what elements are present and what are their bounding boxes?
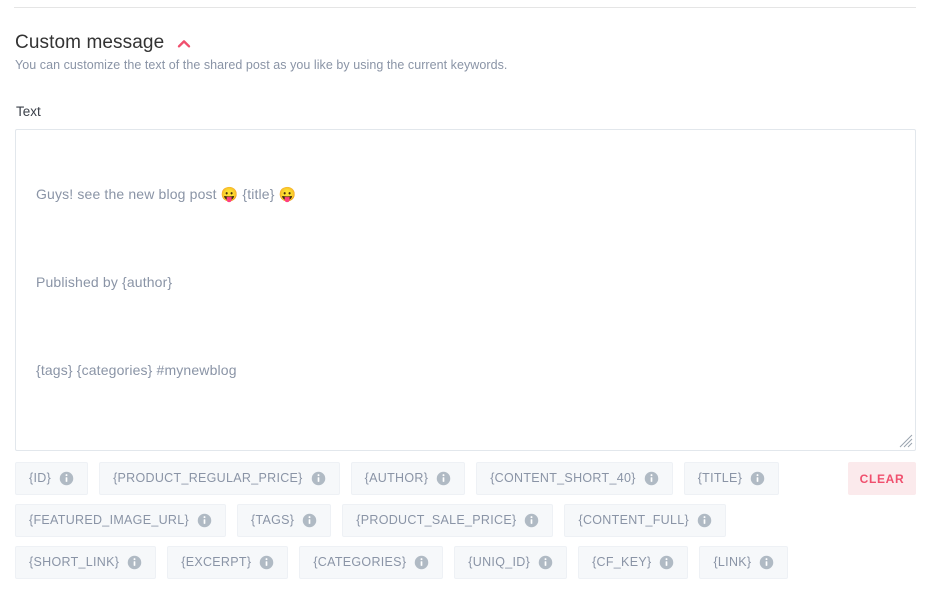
textarea-line: {tags} {categories} #mynewblog	[36, 362, 237, 378]
panel-top-divider	[14, 7, 916, 8]
keyword-chip[interactable]: {ID}	[15, 462, 89, 495]
keyword-chip-label: {CF_KEY}	[592, 555, 652, 570]
keyword-chip[interactable]: {UNIQ_ID}	[454, 546, 568, 579]
keyword-chip[interactable]: {FEATURED_IMAGE_URL}	[15, 504, 226, 537]
keyword-chip[interactable]: {PRODUCT_SALE_PRICE}	[342, 504, 554, 537]
keyword-chip[interactable]: {TITLE}	[683, 462, 780, 495]
info-icon[interactable]	[644, 471, 659, 486]
info-icon[interactable]	[750, 471, 765, 486]
keyword-chip-label: {AUTHOR}	[364, 471, 429, 486]
textarea-content[interactable]: Guys! see the new blog post 😛 {title} 😛 …	[16, 130, 915, 434]
textarea-line: Guys! see the new blog post 😛 {title} 😛	[36, 186, 297, 202]
info-icon[interactable]	[697, 513, 712, 528]
keyword-chip-label: {TITLE}	[697, 471, 743, 486]
keyword-chip[interactable]: {AUTHOR}	[350, 462, 466, 495]
info-icon[interactable]	[759, 555, 774, 570]
keyword-chip-label: {PRODUCT_REGULAR_PRICE}	[113, 471, 303, 486]
info-icon[interactable]	[524, 513, 539, 528]
keyword-buttons-area: {ID} {PRODUCT_REGULAR_PRICE} {AUTHOR} {CONT…	[15, 462, 916, 588]
keyword-chip[interactable]: {PRODUCT_REGULAR_PRICE}	[99, 462, 340, 495]
info-icon[interactable]	[436, 471, 451, 486]
textarea-line: Published by {author}	[36, 274, 173, 290]
info-icon[interactable]	[127, 555, 142, 570]
info-icon[interactable]	[259, 555, 274, 570]
keyword-chip-label: {CONTENT_FULL}	[578, 513, 689, 528]
keyword-row: {SHORT_LINK} {EXCERPT} {CATEGORIES} {UNIQ_I…	[15, 546, 835, 579]
keyword-chip-label: {ID}	[29, 471, 52, 486]
section-header[interactable]: Custom message	[15, 31, 191, 54]
keyword-chip-label: {EXCERPT}	[181, 555, 252, 570]
section-description: You can customize the text of the shared…	[15, 58, 508, 72]
info-icon[interactable]	[659, 555, 674, 570]
keyword-chip-label: {TAGS}	[250, 513, 295, 528]
info-icon[interactable]	[59, 471, 74, 486]
textarea-resize-handle[interactable]	[899, 434, 913, 448]
text-field-label: Text	[16, 104, 41, 119]
chevron-up-icon[interactable]	[177, 37, 191, 51]
keyword-row: {FEATURED_IMAGE_URL} {TAGS} {PRODUCT_SALE_…	[15, 504, 835, 537]
clear-button[interactable]: CLEAR	[848, 462, 916, 495]
keyword-chip[interactable]: {CATEGORIES}	[299, 546, 444, 579]
keyword-chip-label: {CATEGORIES}	[313, 555, 407, 570]
keyword-chip[interactable]: {CF_KEY}	[578, 546, 689, 579]
keyword-chip-label: {PRODUCT_SALE_PRICE}	[356, 513, 517, 528]
keyword-chip-label: {SHORT_LINK}	[29, 555, 120, 570]
page-title: Custom message	[15, 32, 165, 53]
keyword-chip[interactable]: {LINK}	[699, 546, 789, 579]
keyword-chip[interactable]: {EXCERPT}	[167, 546, 289, 579]
info-icon[interactable]	[302, 513, 317, 528]
keyword-chip[interactable]: {SHORT_LINK}	[15, 546, 157, 579]
keyword-chip-label: {LINK}	[713, 555, 752, 570]
info-icon[interactable]	[197, 513, 212, 528]
keyword-chip-label: {UNIQ_ID}	[468, 555, 531, 570]
info-icon[interactable]	[414, 555, 429, 570]
keyword-rows: {ID} {PRODUCT_REGULAR_PRICE} {AUTHOR} {CONT…	[15, 462, 835, 579]
keyword-chip-label: {CONTENT_SHORT_40}	[490, 471, 636, 486]
keyword-chip-label: {FEATURED_IMAGE_URL}	[29, 513, 189, 528]
keyword-chip[interactable]: {CONTENT_FULL}	[564, 504, 726, 537]
keyword-chip[interactable]: {CONTENT_SHORT_40}	[476, 462, 673, 495]
keyword-row: {ID} {PRODUCT_REGULAR_PRICE} {AUTHOR} {CONT…	[15, 462, 835, 495]
info-icon[interactable]	[538, 555, 553, 570]
custom-message-textarea[interactable]: Guys! see the new blog post 😛 {title} 😛 …	[15, 129, 916, 451]
info-icon[interactable]	[311, 471, 326, 486]
keyword-chip[interactable]: {TAGS}	[236, 504, 332, 537]
